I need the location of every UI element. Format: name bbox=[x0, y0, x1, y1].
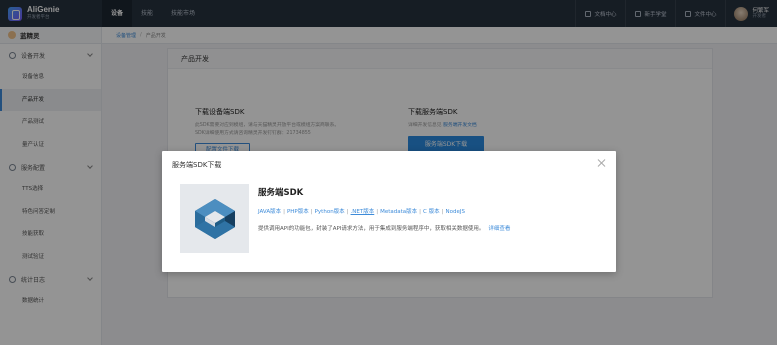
php-sdk-link[interactable]: PHP版本 bbox=[287, 209, 309, 215]
sdk-cube-icon bbox=[194, 198, 235, 239]
nodejs-sdk-link[interactable]: NodeJS bbox=[445, 209, 464, 215]
modal-title: 服务端SDK下载 bbox=[172, 161, 222, 169]
sdk-logo bbox=[180, 184, 249, 253]
dotnet-sdk-link[interactable]: .NET版本 bbox=[351, 209, 375, 215]
java-sdk-link[interactable]: JAVA版本 bbox=[258, 209, 281, 215]
python-sdk-link[interactable]: Python版本 bbox=[315, 209, 345, 215]
server-sdk-modal: 服务端SDK下载 服务端SDK JAVA版本 | PHP版本 | Python版本 | .N… bbox=[162, 151, 616, 272]
sdk-description: 提供调用API的功能包，封装了API请求方法，用于集成到服务端程序中，获取相关数… bbox=[258, 224, 510, 232]
metadata-sdk-link[interactable]: Metadata版本 bbox=[380, 209, 417, 215]
c-sdk-link[interactable]: C 版本 bbox=[423, 209, 440, 215]
sdk-description-text: 提供调用API的功能包，封装了API请求方法，用于集成到服务端程序中，获取相关数… bbox=[258, 226, 485, 232]
close-icon[interactable] bbox=[596, 158, 606, 168]
sdk-language-links: JAVA版本 | PHP版本 | Python版本 | .NET版本 | Metadata版本 |… bbox=[258, 209, 465, 215]
sdk-name: 服务端SDK bbox=[258, 188, 304, 198]
detail-link[interactable]: 详细查看 bbox=[488, 226, 510, 232]
